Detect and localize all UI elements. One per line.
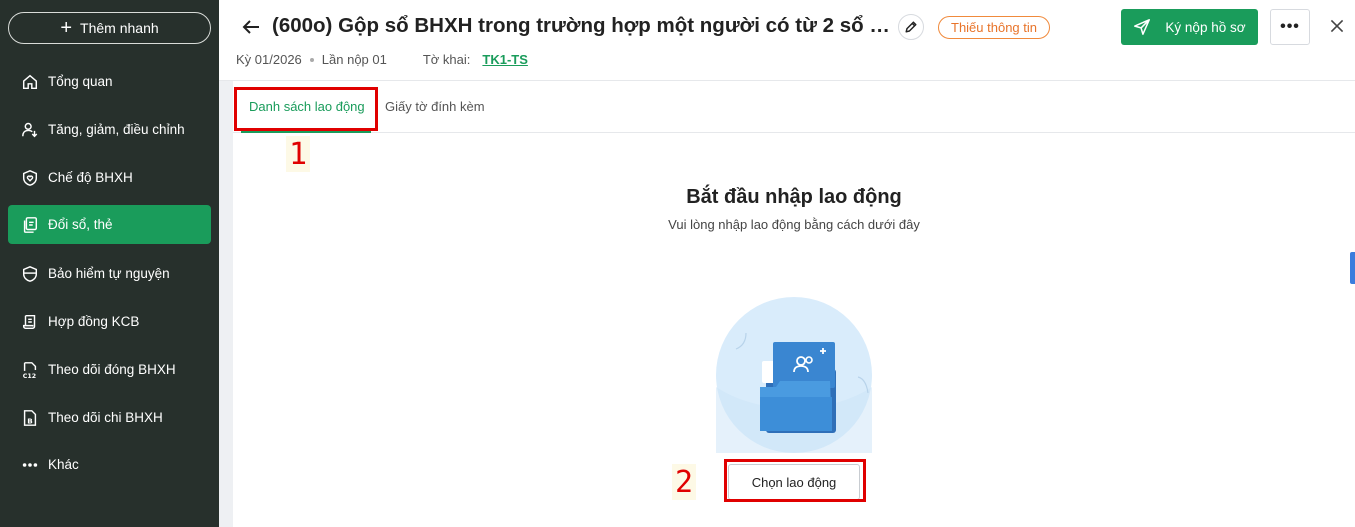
home-icon: [20, 72, 40, 92]
plus-icon: +: [60, 17, 73, 39]
sign-submit-label: Ký nộp hồ sơ: [1165, 19, 1246, 35]
submission-count: Lần nộp 01: [321, 52, 387, 67]
empty-state-title: Bắt đầu nhập lao động: [686, 186, 902, 208]
sidebar-item-overview[interactable]: Tổng quan: [8, 62, 211, 101]
user-adjust-icon: [20, 120, 40, 140]
side-scroll-handle[interactable]: [1350, 252, 1355, 284]
sidebar-item-label: Chế độ BHXH: [48, 170, 133, 185]
close-icon[interactable]: [1326, 15, 1348, 37]
document-b-icon: B: [20, 408, 40, 428]
sidebar-item-adjust[interactable]: Tăng, giảm, điều chỉnh: [8, 110, 211, 149]
step-marker-2: 2: [672, 464, 696, 500]
tab-attachments[interactable]: Giấy tờ đính kèm: [385, 99, 485, 114]
svg-text:B: B: [27, 416, 32, 425]
separator-dot: [309, 57, 314, 62]
sidebar-item-exchange-book[interactable]: Đổi sổ, thẻ: [8, 205, 211, 244]
quick-add-button[interactable]: + Thêm nhanh: [8, 12, 211, 44]
page-header: (600o) Gộp sổ BHXH trong trường hợp một …: [219, 0, 1355, 81]
sidebar-item-label: Theo dõi chi BHXH: [48, 410, 163, 425]
scroll-icon: [20, 312, 40, 332]
sidebar-item-label: Tổng quan: [48, 74, 113, 89]
sidebar-item-bhxh-regime[interactable]: Chế độ BHXH: [8, 158, 211, 197]
highlight-box-tab: [234, 87, 378, 131]
more-dots-icon: •••: [1280, 18, 1300, 35]
highlight-box-choose: [724, 459, 866, 502]
declaration-link[interactable]: TK1-TS: [482, 52, 528, 67]
sidebar-item-label: Khác: [48, 457, 79, 472]
period-text: Kỳ 01/2026: [236, 52, 302, 67]
svg-text:C12: C12: [23, 373, 36, 379]
more-options-button[interactable]: •••: [1270, 9, 1310, 45]
sidebar-item-label: Theo dõi đóng BHXH: [48, 362, 176, 377]
sidebar-item-kcb-contract[interactable]: Hợp đồng KCB: [8, 302, 211, 341]
step-marker-1: 1: [286, 136, 310, 172]
sidebar-item-label: Tăng, giảm, điều chỉnh: [48, 122, 185, 137]
shield-heart-icon: [20, 168, 40, 188]
document-copy-icon: [20, 215, 40, 235]
page-title: (600o) Gộp sổ BHXH trong trường hợp một …: [272, 14, 892, 37]
sidebar-item-label: Hợp đồng KCB: [48, 314, 140, 329]
sidebar-item-track-payment[interactable]: C12 Theo dõi đóng BHXH: [8, 350, 211, 389]
sidebar: + Thêm nhanh Tổng quan Tăng, giảm, điều …: [0, 0, 219, 527]
c12-document-icon: C12: [20, 360, 40, 380]
sidebar-item-other[interactable]: Khác: [8, 445, 211, 484]
sidebar-item-voluntary-insurance[interactable]: Bảo hiểm tự nguyện: [8, 254, 211, 293]
tab-bar: Danh sách lao động Giấy tờ đính kèm: [233, 81, 1355, 133]
status-badge: Thiếu thông tin: [938, 16, 1051, 39]
sidebar-item-label: Bảo hiểm tự nguyện: [48, 266, 170, 281]
submission-meta: Kỳ 01/2026 Lần nộp 01 Tờ khai: TK1-TS: [236, 52, 528, 67]
declaration-label: Tờ khai:: [422, 52, 471, 67]
send-icon: [1134, 19, 1151, 35]
empty-state-subtitle: Vui lòng nhập lao động bằng cách dưới đâ…: [668, 217, 920, 232]
sign-submit-button[interactable]: Ký nộp hồ sơ: [1121, 9, 1258, 45]
sidebar-item-track-spending[interactable]: B Theo dõi chi BHXH: [8, 398, 211, 437]
edit-title-button[interactable]: [898, 14, 924, 40]
shield-check-icon: [20, 264, 40, 284]
pencil-icon: [905, 21, 917, 33]
folder-add-people-illustration: [716, 297, 872, 453]
quick-add-label: Thêm nhanh: [80, 20, 159, 36]
sidebar-item-label: Đổi sổ, thẻ: [48, 217, 113, 232]
more-dots-icon: [20, 455, 40, 475]
back-arrow-icon[interactable]: [239, 15, 263, 39]
